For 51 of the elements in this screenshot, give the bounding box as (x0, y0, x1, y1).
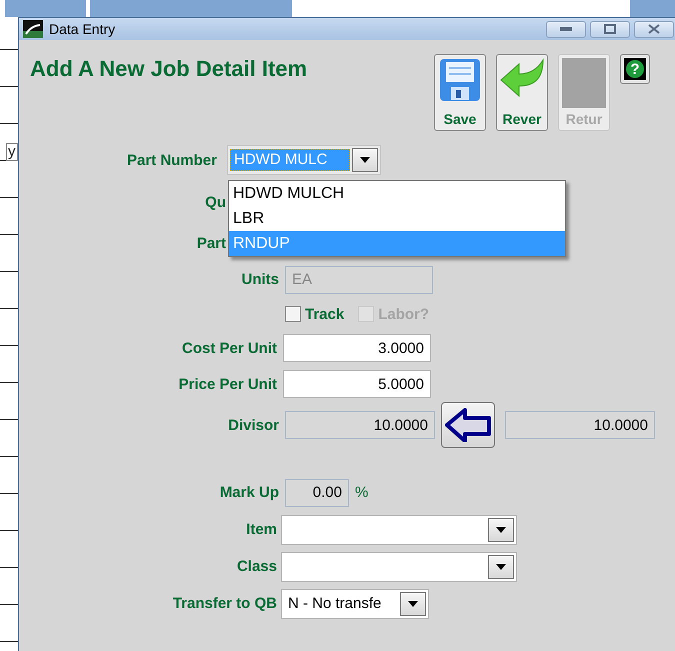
result-field: 10.0000 (505, 411, 655, 439)
caret-icon (496, 526, 506, 532)
field-label: Class (236, 558, 277, 575)
field-label: Mark Up (220, 484, 279, 501)
caret-icon (408, 600, 418, 606)
maximize-icon (604, 24, 616, 34)
dropdown-option[interactable]: RNDUP (229, 231, 565, 256)
left-arrow-icon (445, 408, 491, 442)
maximize-button[interactable] (590, 20, 630, 38)
field-label: Part (196, 234, 226, 252)
window-title: Data Entry (49, 21, 116, 37)
close-icon (648, 24, 660, 34)
field-label: Part Number (126, 152, 217, 168)
caret-icon (496, 564, 506, 570)
percent-sign: % (355, 484, 368, 501)
field-label: Cost Per Unit (182, 340, 277, 356)
dropdown-button[interactable] (352, 148, 378, 172)
left-arrow-button[interactable] (441, 402, 495, 448)
close-button[interactable] (634, 20, 674, 38)
field-label: Transfer to QB (172, 595, 277, 612)
toolbar-button[interactable]: Rever (496, 54, 548, 131)
blank-icon (562, 58, 606, 108)
toolbar-button[interactable]: Save (434, 54, 486, 131)
field-label: Price Per Unit (178, 376, 277, 392)
dropdown-value: N - No transfe (288, 595, 382, 612)
minimize-button[interactable] (546, 20, 586, 38)
field-label: Qu (205, 194, 226, 211)
help-button[interactable]: ? (620, 54, 650, 84)
field-label: Divisor (228, 416, 279, 434)
text-field[interactable]: 3.0000 (283, 334, 431, 362)
checkbox[interactable]: Track (285, 306, 344, 322)
minimize-icon (560, 27, 572, 31)
dropdown-field[interactable] (281, 514, 517, 544)
combo-value: HDWD MULC (230, 149, 350, 171)
background-text: y (6, 143, 18, 161)
text-field[interactable]: 5.0000 (283, 370, 431, 398)
header-bar (630, 0, 675, 17)
caret-icon (360, 157, 370, 163)
dropdown-button[interactable] (400, 592, 426, 616)
text-field: 10.0000 (285, 411, 435, 439)
dropdown-button[interactable] (488, 554, 514, 578)
dropdown-button[interactable] (488, 518, 514, 542)
curved-arrow-icon (499, 58, 545, 98)
field-label: Units (242, 271, 279, 288)
dropdown-option[interactable]: LBR (229, 206, 565, 231)
dropdown-field[interactable] (281, 552, 517, 582)
dropdown-field[interactable]: N - No transfe (281, 588, 429, 618)
field-label: Item (246, 521, 277, 538)
app-logo-icon (23, 20, 43, 38)
form-heading: Add A New Job Detail Item (30, 56, 308, 82)
dropdown-option[interactable]: HDWD MULCH (229, 181, 565, 206)
